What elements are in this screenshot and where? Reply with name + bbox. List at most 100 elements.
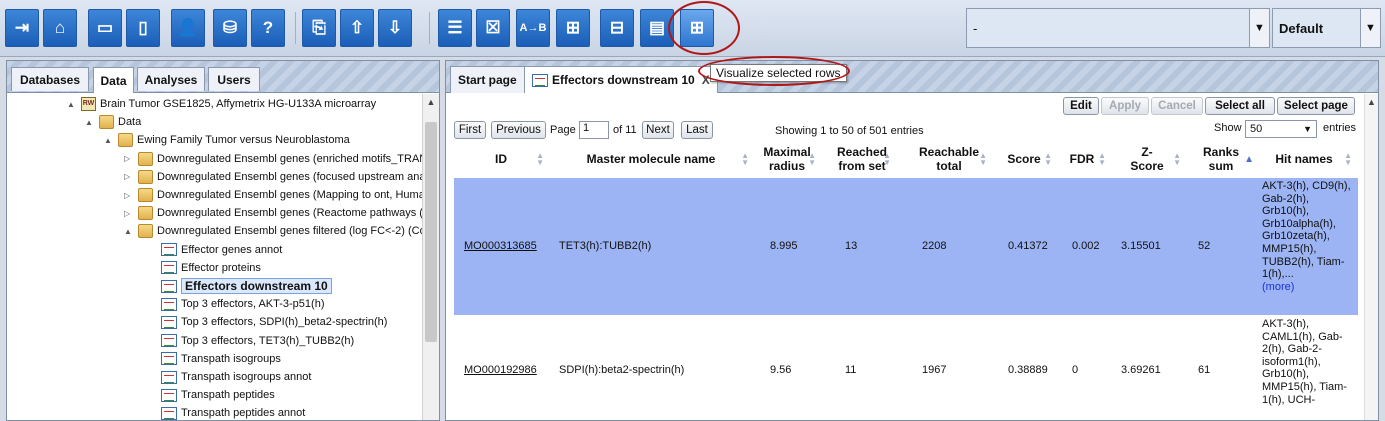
column-header[interactable]: Reachable total ▲ ▼ xyxy=(909,143,989,175)
expand-toggle-icon[interactable]: ▷ xyxy=(124,191,134,200)
expand-toggle-icon[interactable]: ▲ xyxy=(104,136,114,145)
scroll-up-icon[interactable]: ▲ xyxy=(1365,94,1378,110)
expand-toggle-icon[interactable]: ▲ xyxy=(67,100,77,109)
column-header-label: Master molecule name xyxy=(586,152,716,166)
column-header[interactable]: Ranks sum ▲ xyxy=(1186,143,1256,175)
expand-toggle-icon[interactable]: ▷ xyxy=(124,172,134,181)
table-icon xyxy=(161,370,177,384)
table-icon xyxy=(161,352,177,366)
table-scrollbar[interactable]: ▲ xyxy=(1364,94,1378,420)
tree-node[interactable]: ▲ RW Brain Tumor GSE1825, Affymetrix HG-U1… xyxy=(67,95,376,113)
expand-toggle-icon[interactable]: ▲ xyxy=(124,227,134,236)
tree-node[interactable]: ▷ Downregulated Ensembl genes (Reactome p… xyxy=(124,204,423,222)
tree-node[interactable]: Top 3 effectors, SDPI(h)_beta2-spectrin(… xyxy=(147,313,387,331)
expand-toggle-icon[interactable]: ▲ xyxy=(85,118,95,127)
table-icon xyxy=(532,73,548,87)
tree-node[interactable]: ▲ Ewing Family Tumor versus Neuroblastoma xyxy=(104,131,350,149)
entries-info: Showing 1 to 50 of 501 entries xyxy=(775,125,924,137)
perspective-combobox[interactable]: Default ▼ xyxy=(1272,8,1381,48)
column-header[interactable]: FDR ▲ ▼ xyxy=(1056,143,1108,175)
sort-icon: ▲ ▼ xyxy=(1344,151,1352,167)
tree-node[interactable]: Effector proteins xyxy=(147,259,261,277)
maximal-radius-cell: 8.995 xyxy=(770,239,798,252)
network-filter-button[interactable]: ⊟ xyxy=(600,9,634,47)
column-header[interactable]: Z-Score ▲ ▼ xyxy=(1111,143,1183,175)
select-all-button[interactable]: Select all xyxy=(1205,97,1275,115)
tree-node[interactable]: Effectors downstream 10 xyxy=(147,277,332,295)
path-combobox[interactable]: - ▼ xyxy=(966,8,1270,48)
highlight-circle-tooltip xyxy=(698,56,850,86)
row-id-link[interactable]: MO000313685 xyxy=(464,240,537,252)
previous-page-button[interactable]: Previous xyxy=(491,121,546,139)
page-number-input[interactable]: 1 xyxy=(579,121,609,139)
tree-node[interactable]: Transpath isogroups annot xyxy=(147,368,311,386)
home-button[interactable]: ⌂ xyxy=(43,9,77,47)
folder-icon xyxy=(138,169,153,184)
column-header[interactable]: Master molecule name ▲ ▼ xyxy=(551,143,751,175)
rename-button[interactable]: A→B xyxy=(516,9,550,47)
apply-button[interactable]: Apply xyxy=(1101,97,1149,115)
next-page-button[interactable]: Next xyxy=(642,121,674,139)
remove-rows-button[interactable]: ☒ xyxy=(476,9,510,47)
tree-node-label: Top 3 effectors, TET3(h)_TUBB2(h) xyxy=(181,334,355,347)
exit-button[interactable]: ⇥ xyxy=(5,9,39,47)
tree-node[interactable]: Transpath peptides xyxy=(147,386,275,404)
edit-button[interactable]: Edit xyxy=(1063,97,1099,115)
tree-node[interactable]: Transpath peptides annot xyxy=(147,404,305,421)
scroll-thumb[interactable] xyxy=(425,122,437,342)
tree-node[interactable]: ▲ Downregulated Ensembl genes filtered (l… xyxy=(124,222,423,240)
column-header[interactable]: Maximal radius ▲ ▼ xyxy=(756,143,818,175)
copy-button[interactable]: ⎘ xyxy=(302,9,336,47)
exit-icon: ⇥ xyxy=(14,18,30,37)
database-settings-button[interactable]: ⛁ xyxy=(213,9,247,47)
download-button[interactable]: ⇩ xyxy=(378,9,412,47)
select-page-button[interactable]: Select page xyxy=(1277,97,1355,115)
tree-node[interactable]: Transpath isogroups xyxy=(147,350,281,368)
z-score-cell: 3.69261 xyxy=(1121,364,1161,376)
scroll-up-icon[interactable]: ▲ xyxy=(423,94,439,110)
tab-databases[interactable]: Databases xyxy=(11,67,89,91)
tree-node[interactable]: ▷ Downregulated Ensembl genes (focused up… xyxy=(124,168,423,186)
help-icon: ? xyxy=(262,18,274,37)
page-size-select[interactable]: 50 ▼ xyxy=(1245,120,1317,138)
tree-scrollbar[interactable]: ▲ xyxy=(422,94,439,420)
tab-analyses[interactable]: Analyses xyxy=(137,67,205,91)
last-page-button[interactable]: Last xyxy=(681,121,713,139)
tree-node[interactable]: Effector genes annot xyxy=(147,241,282,259)
panel-button[interactable]: ▯ xyxy=(126,9,160,47)
first-page-button[interactable]: First xyxy=(454,121,486,139)
hit-names-text: AKT-3(h), CD9(h), Gab-2(h), Grb10(h), Gr… xyxy=(1262,180,1351,281)
column-header[interactable]: ID ▲ ▼ xyxy=(456,143,546,175)
tree-node[interactable]: ▷ Downregulated Ensembl genes (enriched m… xyxy=(124,150,423,168)
tab-start-page[interactable]: Start page xyxy=(450,66,525,93)
add-rows-button[interactable]: ☰ xyxy=(438,9,472,47)
split-horizontal-button[interactable]: ▭ xyxy=(88,9,122,47)
table-row[interactable]: MO000313685 TET3(h):TUBB2(h) 8.995 13 2208 0.… xyxy=(454,178,1358,315)
cancel-button[interactable]: Cancel xyxy=(1151,97,1203,115)
tab-data[interactable]: Data xyxy=(93,67,134,93)
table-row[interactable]: MO000192986 SDPI(h):beta2-spectrin(h) 9.56… xyxy=(454,316,1358,421)
tree-node[interactable]: Top 3 effectors, TET3(h)_TUBB2(h) xyxy=(147,332,354,350)
tab-users[interactable]: Users xyxy=(208,67,260,91)
column-header[interactable]: Reached from set ▲ ▼ xyxy=(831,143,893,175)
tree-node[interactable]: ▲ Data xyxy=(85,113,141,131)
expand-toggle-icon[interactable]: ▷ xyxy=(124,154,134,163)
column-header[interactable]: Hit names ▲ ▼ xyxy=(1254,143,1354,175)
tree-node-label: Data xyxy=(118,116,142,129)
network-button[interactable]: ⊞ xyxy=(556,9,590,47)
help-button[interactable]: ? xyxy=(251,9,285,47)
sort-icon: ▲ ▼ xyxy=(808,151,816,167)
chevron-down-icon[interactable]: ▼ xyxy=(1249,9,1269,47)
upload-button[interactable]: ⇧ xyxy=(340,9,374,47)
column-header[interactable]: Score ▲ ▼ xyxy=(994,143,1054,175)
database-settings-icon: ⛁ xyxy=(222,18,238,37)
tree-node[interactable]: Top 3 effectors, AKT-3-p51(h) xyxy=(147,295,324,313)
more-link[interactable]: (more) xyxy=(1262,281,1294,293)
tree-node[interactable]: ▷ Downregulated Ensembl genes (Mapping to… xyxy=(124,186,423,204)
chevron-down-icon[interactable]: ▼ xyxy=(1360,9,1380,47)
repository-tree[interactable]: ▲ RW Brain Tumor GSE1825, Affymetrix HG-U1… xyxy=(7,94,423,421)
expand-toggle-icon[interactable]: ▷ xyxy=(124,209,134,218)
user-info-button[interactable]: 👤 xyxy=(171,9,205,47)
tab-effectors-downstream[interactable]: Effectors downstream 10 X xyxy=(524,66,718,93)
row-id-link[interactable]: MO000192986 xyxy=(464,364,537,376)
